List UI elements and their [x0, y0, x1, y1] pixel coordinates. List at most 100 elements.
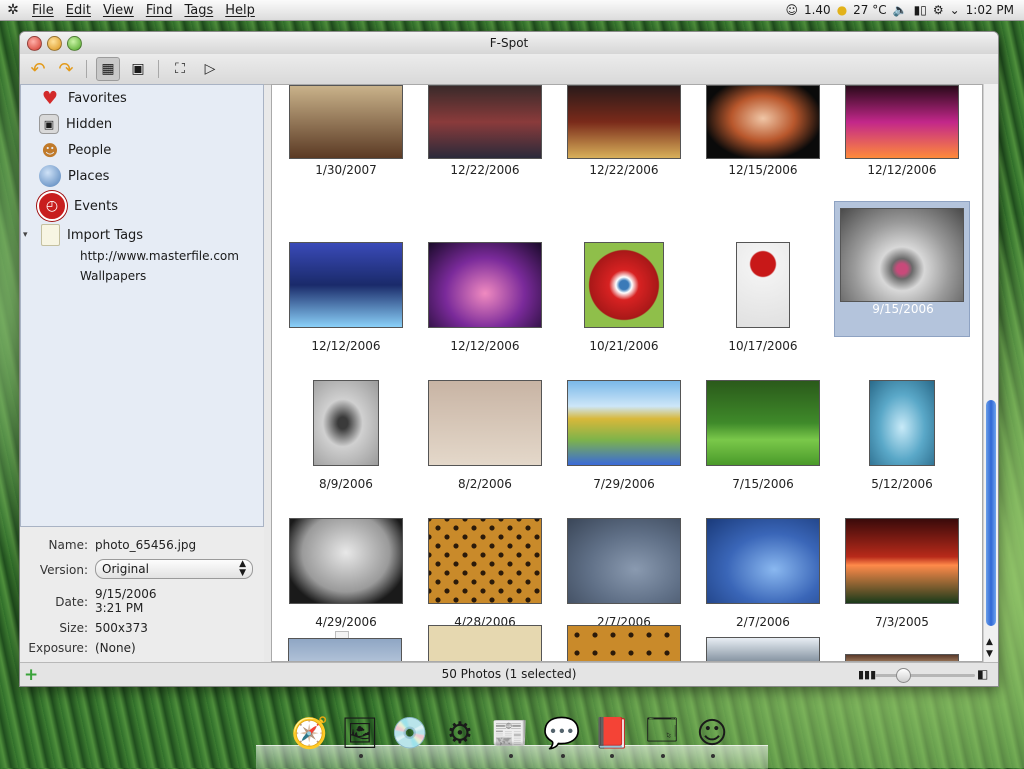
toolbar-separator [158, 60, 159, 78]
version-select[interactable]: Original ▲ ▼ [95, 559, 253, 579]
version-label: Version: [39, 563, 88, 577]
tag-events[interactable]: ◴ Events [37, 191, 118, 221]
photo-cell[interactable]: 10/17/2006 [695, 185, 831, 353]
photo-cell[interactable]: 12/12/2006 [834, 85, 970, 183]
itunes-icon[interactable]: 💿 [388, 710, 432, 756]
photo-thumbnail[interactable] [736, 242, 790, 328]
expander-down-icon[interactable]: ▾ [23, 230, 37, 240]
photo-thumbnail[interactable] [840, 208, 964, 302]
newspaper-icon[interactable]: 📰 [488, 710, 532, 756]
finder-icon[interactable]: ☺ [690, 710, 734, 756]
photo-thumbnail[interactable] [706, 380, 820, 466]
rotate-right-icon[interactable]: ↷ [54, 57, 78, 81]
fullscreen-icon[interactable]: ⛶ [168, 57, 192, 81]
menu-tags[interactable]: Tags [178, 3, 219, 18]
photo-thumbnail[interactable] [428, 625, 542, 661]
photo-thumbnail[interactable] [289, 85, 403, 159]
photo-thumbnail[interactable] [845, 518, 959, 604]
minimize-button[interactable] [47, 36, 62, 51]
tag-places[interactable]: Places [39, 164, 109, 188]
messenger-icon[interactable]: 💬 [540, 710, 584, 756]
photo-cell[interactable]: 12/22/2006 [417, 85, 553, 183]
photo-thumbnail[interactable] [428, 380, 542, 466]
photo-thumbnail[interactable] [869, 380, 935, 466]
photo-thumbnail[interactable] [288, 638, 402, 661]
subtag-masterfile[interactable]: http://www.masterfile.com [80, 249, 239, 263]
subtag-wallpapers[interactable]: Wallpapers [80, 269, 146, 283]
photo-thumbnail[interactable] [313, 380, 379, 466]
system-menu-icon[interactable]: ✲ [0, 2, 26, 18]
photo-thumbnail[interactable] [567, 625, 681, 661]
edit-mode-icon[interactable]: ▣ [126, 57, 150, 81]
photo-thumbnail[interactable] [289, 518, 403, 604]
photo-thumbnail[interactable] [845, 85, 959, 159]
photo-date: 12/12/2006 [867, 163, 937, 177]
tag-people[interactable]: ☻ People [39, 138, 112, 162]
photo-cell[interactable]: 4/29/2006 [278, 461, 414, 645]
photo-cell[interactable]: 8/2/2006 [417, 323, 553, 491]
photo-cell[interactable]: 7/29/2006 [556, 323, 692, 491]
photo-cell[interactable]: 2/7/2006 [695, 461, 831, 629]
aperture-icon[interactable]: ⚙ [438, 710, 482, 756]
photo-cell[interactable]: 7/15/2006 [695, 323, 831, 491]
cpu-monitor-icon[interactable]: ☺ [785, 3, 798, 17]
photo-cell[interactable]: 12/12/2006 [417, 185, 553, 353]
scroll-up-icon[interactable]: ▲ [986, 637, 993, 647]
photo-cell[interactable]: 7/3/2005 [834, 461, 970, 629]
volume-icon[interactable]: 🔈 [893, 3, 908, 17]
slideshow-icon[interactable]: ▷ [198, 57, 222, 81]
scroll-down-icon[interactable]: ▼ [986, 649, 993, 659]
photo-thumbnail[interactable] [428, 518, 542, 604]
tag-import-tags[interactable]: ▾ Import Tags [23, 223, 143, 247]
photo-cell[interactable]: 8/9/2006 [278, 323, 414, 491]
stamp-icon[interactable]: 🖼 [338, 710, 382, 756]
photo-cell[interactable]: 1/30/2007 [278, 85, 414, 183]
menu-view[interactable]: View [97, 3, 140, 18]
photo-thumbnail[interactable] [845, 654, 959, 661]
photo-thumbnail[interactable] [567, 518, 681, 604]
tag-favorites[interactable]: ♥ Favorites [39, 86, 127, 110]
photo-cell[interactable]: 10/21/2006 [556, 185, 692, 353]
photo-cell[interactable]: 5/12/2006 [834, 323, 970, 491]
menu-file[interactable]: File [26, 3, 60, 18]
close-button[interactable] [27, 36, 42, 51]
signal-bars-icon[interactable]: ▮▯ [914, 3, 927, 17]
menu-help[interactable]: Help [219, 3, 261, 18]
network-icon[interactable]: ⚙ [933, 3, 944, 17]
scrollbar-thumb[interactable] [986, 400, 996, 626]
photo-thumbnail[interactable] [428, 242, 542, 328]
photo-thumbnail[interactable] [567, 380, 681, 466]
browse-mode-icon[interactable]: ▦ [96, 57, 120, 81]
zoom-slider[interactable] [875, 674, 975, 677]
window-titlebar[interactable]: F-Spot [20, 32, 998, 54]
photo-cell[interactable]: 12/15/2006 [695, 85, 831, 183]
clock[interactable]: 1:02 PM [966, 3, 1014, 17]
zoom-in-icon[interactable]: ◧ [977, 667, 988, 681]
photo-cell[interactable]: 4/28/2006 [417, 461, 553, 629]
chevron-down-icon[interactable]: ⌄ [950, 3, 960, 17]
photo-thumbnail[interactable] [706, 518, 820, 604]
dictionary-icon[interactable]: 📕 [590, 710, 634, 756]
running-indicator [610, 754, 614, 758]
vertical-scrollbar[interactable]: ▲ ▼ [983, 84, 998, 662]
tag-hidden[interactable]: ▣ Hidden [39, 112, 112, 136]
photo-thumbnail[interactable] [428, 85, 542, 159]
photo-thumbnail[interactable] [289, 242, 403, 328]
maximize-button[interactable] [67, 36, 82, 51]
menu-edit[interactable]: Edit [60, 3, 97, 18]
photo-thumbnail[interactable] [706, 85, 820, 159]
photo-thumbnail[interactable] [584, 242, 664, 328]
menu-find[interactable]: Find [140, 3, 179, 18]
photo-cell[interactable]: 12/12/2006 [278, 185, 414, 353]
photo-thumbnail[interactable] [706, 637, 820, 661]
photo-cell[interactable]: 12/22/2006 [556, 85, 692, 183]
pane-splitter[interactable] [264, 84, 271, 667]
safari-icon[interactable]: 🧭 [288, 710, 332, 756]
rotate-left-icon[interactable]: ↶ [26, 57, 50, 81]
window-icon[interactable]: 🗔 [640, 710, 684, 756]
sun-weather-icon[interactable]: ● [837, 3, 847, 17]
photo-cell-selected[interactable]: 9/15/2006 [834, 201, 970, 337]
photo-cell[interactable]: 2/7/2006 [556, 461, 692, 629]
photo-thumbnail[interactable] [567, 85, 681, 159]
zoom-out-icon[interactable]: ▮▮▮ [858, 668, 876, 681]
